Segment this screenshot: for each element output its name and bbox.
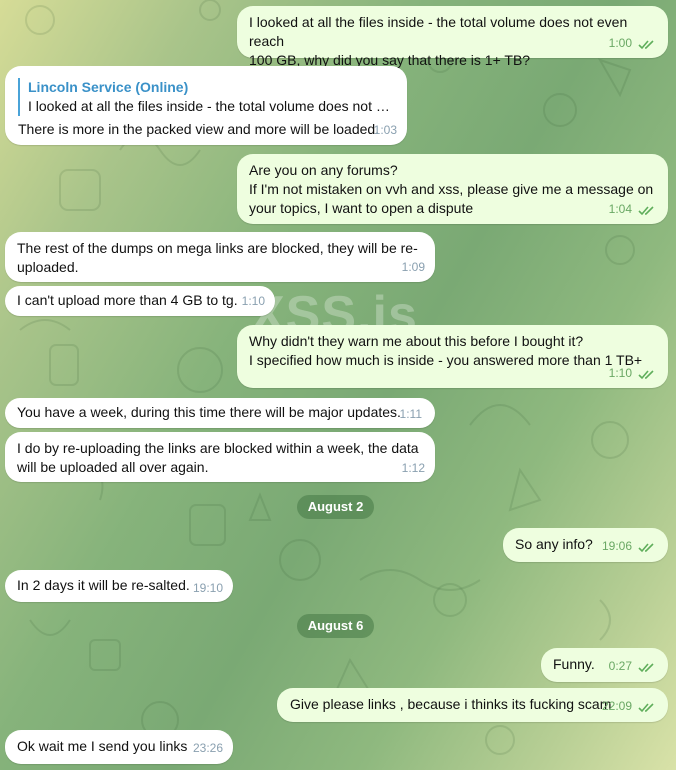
message-time: 23:26 [192, 741, 223, 755]
read-checkmarks-icon [638, 703, 654, 713]
message-outgoing[interactable]: Are you on any forums? If I'm not mistak… [237, 154, 668, 224]
message-time: 1:10 [608, 366, 632, 380]
message-text: I looked at all the files inside - the t… [249, 14, 628, 68]
message-outgoing[interactable]: So any info? 19:06 [503, 528, 668, 562]
message-incoming[interactable]: Ok wait me I send you links 23:26 [5, 730, 233, 764]
message-incoming[interactable]: Lincoln Service (Online) I looked at all… [5, 66, 407, 145]
message-outgoing[interactable]: Why didn't they warn me about this befor… [237, 325, 668, 388]
reply-quote[interactable]: Lincoln Service (Online) I looked at all… [18, 78, 395, 116]
message-text: You have a week, during this time there … [17, 404, 401, 420]
message-text: So any info? [515, 536, 593, 552]
message-time: 1:03 [373, 123, 397, 137]
message-incoming[interactable]: The rest of the dumps on mega links are … [5, 232, 435, 282]
read-checkmarks-icon [638, 206, 654, 216]
message-text: Give please links , because i thinks its… [290, 696, 612, 712]
message-time: 19:10 [192, 581, 223, 595]
message-text: Why didn't they warn me about this befor… [249, 333, 643, 368]
message-time: 22:09 [601, 699, 632, 713]
read-checkmarks-icon [638, 543, 654, 553]
read-checkmarks-icon [638, 663, 654, 673]
message-outgoing[interactable]: Funny. 0:27 [541, 648, 668, 682]
message-text: Ok wait me I send you links [17, 738, 188, 754]
date-separator: August 2 [297, 495, 374, 519]
message-text: In 2 days it will be re-salted. [17, 577, 190, 593]
message-incoming[interactable]: I do by re-uploading the links are block… [5, 432, 435, 482]
message-time: 1:00 [608, 36, 632, 50]
message-text: There is more in the packed view and mor… [18, 121, 380, 137]
reply-author: Lincoln Service (Online) [28, 79, 189, 95]
reply-snippet: I looked at all the files inside - the t… [28, 98, 395, 114]
message-incoming[interactable]: In 2 days it will be re-salted. 19:10 [5, 570, 233, 602]
message-text: Are you on any forums? If I'm not mistak… [249, 162, 654, 216]
message-text: I do by re-uploading the links are block… [17, 440, 419, 475]
date-separator: August 6 [297, 614, 374, 638]
message-time: 1:12 [401, 461, 425, 475]
message-time: 0:27 [608, 659, 632, 673]
message-outgoing[interactable]: Give please links , because i thinks its… [277, 688, 668, 722]
message-incoming[interactable]: You have a week, during this time there … [5, 398, 435, 428]
message-time: 1:09 [401, 260, 425, 274]
read-checkmarks-icon [638, 40, 654, 50]
message-text: I can't upload more than 4 GB to tg. [17, 292, 238, 308]
message-time: 1:11 [399, 407, 422, 421]
message-time: 1:04 [608, 202, 632, 216]
message-time: 19:06 [601, 539, 632, 553]
message-outgoing[interactable]: I looked at all the files inside - the t… [237, 6, 668, 68]
message-incoming[interactable]: I can't upload more than 4 GB to tg. 1:1… [5, 286, 275, 316]
message-time: 1:10 [241, 294, 265, 308]
read-checkmarks-icon [638, 370, 654, 380]
message-text: The rest of the dumps on mega links are … [17, 240, 418, 275]
